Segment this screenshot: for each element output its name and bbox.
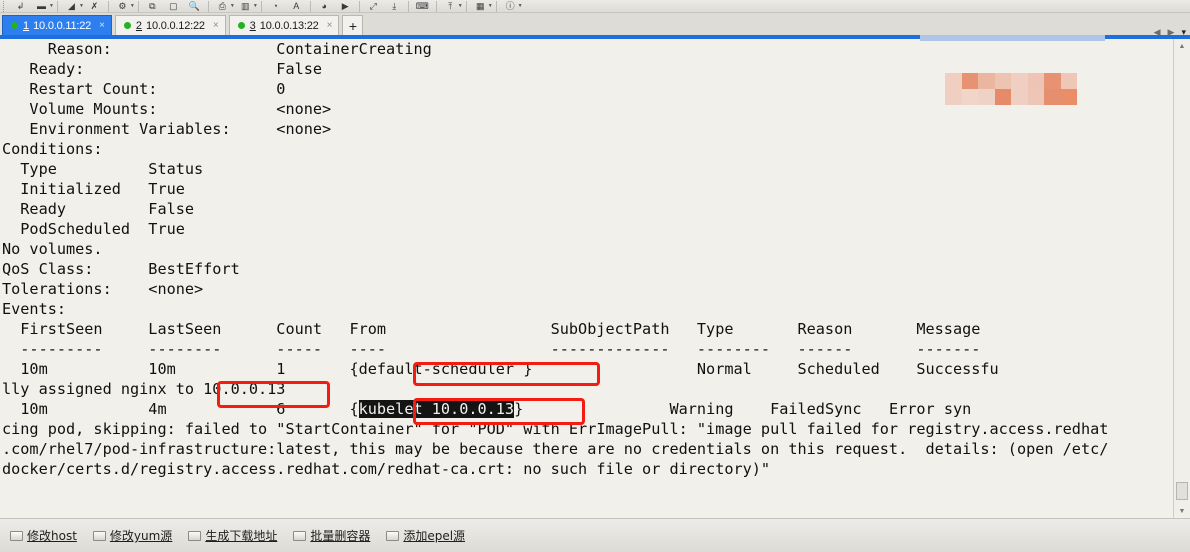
terminal-line-wrap-1: cing pod, skipping: failed to "StartCont… <box>2 420 1109 438</box>
terminal-line: Restart Count: 0 <box>2 80 286 98</box>
quick-command-modify-host[interactable]: 修改host <box>10 527 77 544</box>
terminal-output-pane[interactable]: Reason: ContainerCreating Ready: False R… <box>0 35 1190 518</box>
close-icon[interactable]: × <box>99 20 105 31</box>
toolbar-separator <box>137 0 139 12</box>
script-icon <box>188 530 202 541</box>
toolbar-separator <box>56 0 58 12</box>
toolbar-separator <box>435 0 437 12</box>
toolbar-separator <box>358 0 360 12</box>
chevron-down-icon[interactable]: ▼ <box>49 3 54 9</box>
session-tab-3[interactable]: 3 10.0.0.13:22 × <box>228 15 340 35</box>
terminal-line: PodScheduled True <box>2 220 185 238</box>
terminal-line: No volumes. <box>2 240 103 258</box>
terminal-application-window: ↲ ▬ ▼ ◢ ▼ ✗ ⚙ ▼ ⧉ ▢ 🔍 ⎙ ▼ ▥ ▼ ◔ A ◕ ▶ ⤢ … <box>0 0 1190 552</box>
search-icon[interactable]: 🔍 <box>184 0 205 12</box>
script-icon <box>293 530 307 541</box>
terminal-line-assigned: lly assigned nginx to 10.0.0.13 <box>2 380 286 398</box>
script-icon <box>92 530 106 541</box>
script-icon <box>10 530 23 541</box>
paste-icon[interactable]: ▢ <box>163 0 184 12</box>
terminal-line-wrap-3: docker/certs.d/registry.access.redhat.co… <box>2 460 771 478</box>
terminal-text: Reason: ContainerCreating Ready: False R… <box>0 39 1108 479</box>
terminal-line: Environment Variables: <none> <box>2 120 332 138</box>
tab-index-label: 2 <box>135 19 143 32</box>
scroll-down-icon[interactable]: ▼ <box>1174 504 1190 518</box>
vertical-scrollbar[interactable]: ▲ ▼ <box>1173 39 1190 518</box>
tab-index-label: 3 <box>249 19 256 32</box>
toolbar-separator <box>465 0 467 12</box>
terminal-line: Conditions: <box>2 140 103 158</box>
upload-icon[interactable]: ⤓ <box>384 0 405 12</box>
quick-command-batch-delete-containers[interactable]: 批量删容器 <box>293 527 370 544</box>
toolbar-separator <box>407 0 409 12</box>
terminal-line-event-suffix: } Warning FailedSync Error syn <box>514 400 972 418</box>
terminal-selection-kubelet[interactable]: kubelet 10.0.0.13 <box>358 400 515 418</box>
quick-command-label: 修改yum源 <box>109 529 173 543</box>
connection-status-dot <box>11 22 18 29</box>
toolbar-separator <box>260 0 262 12</box>
color-icon[interactable]: ◕ <box>314 0 335 12</box>
fullscreen-icon[interactable]: ⤢ <box>363 0 384 12</box>
new-session-icon[interactable]: ↲ <box>10 0 31 12</box>
terminal-line: Events: <box>2 300 67 318</box>
connection-status-dot <box>237 22 245 29</box>
terminal-line: Ready False <box>2 200 195 218</box>
close-icon[interactable]: × <box>327 20 333 31</box>
quick-command-label: 添加epel源 <box>403 529 466 543</box>
disconnect-icon[interactable]: ✗ <box>84 0 105 12</box>
main-toolbar: ↲ ▬ ▼ ◢ ▼ ✗ ⚙ ▼ ⧉ ▢ 🔍 ⎙ ▼ ▥ ▼ ◔ A ◕ ▶ ⤢ … <box>0 0 1190 13</box>
vertical-scrollbar-thumb[interactable] <box>1176 482 1188 500</box>
quick-command-add-epel[interactable]: 添加epel源 <box>386 527 465 544</box>
quick-command-modify-yum[interactable]: 修改yum源 <box>92 527 173 544</box>
session-tab-bar: 1 10.0.0.11:22 × 2 10.0.0.12:22 × 3 10.0… <box>0 13 1190 37</box>
terminal-line-wrap-2: .com/rhel7/pod-infrastructure:latest, th… <box>2 440 1109 458</box>
chevron-down-icon[interactable]: ▼ <box>458 3 463 9</box>
quick-command-label: 批量删容器 <box>310 529 371 543</box>
quick-command-bar: 修改host 修改yum源 生成下载地址 批量删容器 添加epel源 <box>0 518 1190 552</box>
new-tab-button[interactable]: + <box>342 15 364 35</box>
quick-command-label: 修改host <box>27 529 77 543</box>
chevron-down-icon[interactable]: ▼ <box>518 3 523 9</box>
toolbar-drag-grip[interactable] <box>3 0 8 12</box>
copy-icon[interactable]: ⧉ <box>142 0 163 12</box>
clock-icon[interactable]: ◔ <box>265 0 286 12</box>
close-icon[interactable]: × <box>213 20 219 31</box>
connection-status-dot <box>123 22 131 29</box>
terminal-line: Initialized True <box>2 180 185 198</box>
font-icon[interactable]: A <box>286 0 307 12</box>
tab-host-label: 10.0.0.13:22 <box>259 19 319 32</box>
session-tab-2[interactable]: 2 10.0.0.12:22 × <box>114 15 226 35</box>
tab-host-label: 10.0.0.12:22 <box>146 19 205 32</box>
flag-icon[interactable]: ▶ <box>335 0 356 12</box>
terminal-line: --------- -------- ----- ---- ----------… <box>2 340 981 358</box>
terminal-line: Type Status <box>2 160 204 178</box>
toolbar-separator <box>107 0 109 12</box>
script-icon <box>386 530 400 541</box>
chevron-down-icon[interactable]: ▼ <box>253 3 258 9</box>
terminal-line: Ready: False <box>2 60 323 78</box>
session-tab-1[interactable]: 1 10.0.0.11:22 × <box>2 15 112 35</box>
terminal-line: FirstSeen LastSeen Count From SubObjectP… <box>2 320 981 338</box>
tab-host-label: 10.0.0.11:22 <box>33 19 92 32</box>
terminal-line: QoS Class: BestEffort <box>2 260 240 278</box>
tab-index-label: 1 <box>23 19 30 32</box>
terminal-line: 10m 10m 1 {default-scheduler } Normal Sc… <box>2 360 999 378</box>
terminal-line: Tolerations: <none> <box>2 280 204 298</box>
toolbar-separator <box>309 0 311 12</box>
toolbar-separator <box>495 0 497 12</box>
chevron-down-icon[interactable]: ▼ <box>130 3 135 9</box>
toolbar-separator <box>207 0 209 12</box>
terminal-line: Reason: ContainerCreating <box>2 40 432 58</box>
quick-command-generate-download-url[interactable]: 生成下载地址 <box>188 527 277 544</box>
terminal-line: Volume Mounts: <none> <box>2 100 332 118</box>
terminal-line-event-prefix: 10m 4m 6 { <box>2 400 359 418</box>
chevron-down-icon[interactable]: ▼ <box>488 3 493 9</box>
quick-command-label: 生成下载地址 <box>205 529 278 543</box>
scroll-up-icon[interactable]: ▲ <box>1174 39 1190 53</box>
keyboard-icon[interactable]: ⌨ <box>412 0 433 12</box>
